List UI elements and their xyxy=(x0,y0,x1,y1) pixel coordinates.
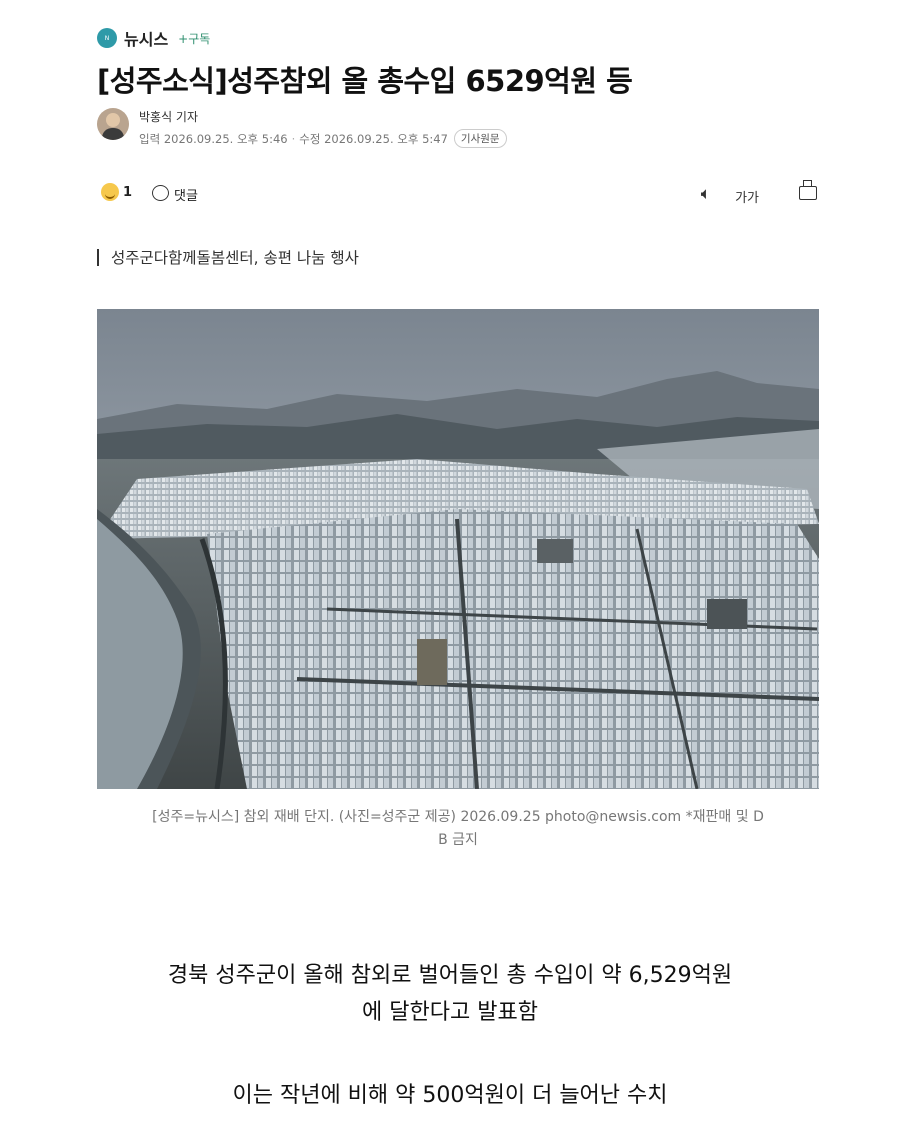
greenhouse-aerial-image xyxy=(97,309,819,789)
author-name[interactable]: 박홍식 기자 xyxy=(139,108,507,125)
body-paragraph-1-line-1: 경북 성주군이 올해 참외로 벌어들인 총 수입이 약 6,529억원 xyxy=(167,963,733,988)
article-meta: 입력 2026.09.25. 오후 5:46 · 수정 2026.09.25. … xyxy=(139,129,507,148)
subscribe-button[interactable]: +구독 xyxy=(178,30,210,47)
press-logo-icon[interactable]: N xyxy=(97,28,117,48)
speaker-icon[interactable]: 🔈︎ xyxy=(701,184,711,204)
caption-line-1: [성주=뉴시스] 참외 재배 단지. (사진=성주군 제공) 2026.09.2… xyxy=(152,809,764,825)
subheading-bar xyxy=(97,248,99,266)
press-name[interactable]: 뉴시스 xyxy=(124,26,168,50)
body-paragraph-2: 이는 작년에 비해 약 500억원이 더 늘어난 수치 xyxy=(232,1083,668,1108)
font-size-icon[interactable]: 가가 xyxy=(735,187,759,206)
author-info: 박홍식 기자 입력 2026.09.25. 오후 5:46 · 수정 2026.… xyxy=(139,108,507,148)
print-icon[interactable] xyxy=(799,180,817,200)
original-article-button[interactable]: 기사원문 xyxy=(453,129,507,148)
subheading-text: 성주군다함께돌봄센터, 송편 나눔 행사 xyxy=(111,249,359,267)
body-paragraph-1-line-2: 에 달한다고 발표함 xyxy=(362,1000,538,1025)
article-photo[interactable] xyxy=(97,309,819,789)
meta-separator: · xyxy=(291,131,296,146)
modified-timestamp: 수정 2026.09.25. 오후 5:47 xyxy=(299,131,448,146)
caption-line-2: B 금지 xyxy=(438,832,478,848)
photo-caption: [성주=뉴시스] 참외 재배 단지. (사진=성주군 제공) 2026.09.2… xyxy=(97,806,819,852)
toolbar: 1 댓글 🔈︎ 가가 xyxy=(97,180,819,210)
input-timestamp: 입력 2026.09.25. 오후 5:46 xyxy=(139,131,288,146)
reaction-emoji-icon[interactable] xyxy=(101,183,119,201)
author-row: 박홍식 기자 입력 2026.09.25. 오후 5:46 · 수정 2026.… xyxy=(97,108,507,148)
press-row: N 뉴시스 +구독 xyxy=(97,26,210,50)
reaction-count: 1 xyxy=(123,185,133,200)
body-paragraph-1: 경북 성주군이 올해 참외로 벌어들인 총 수입이 약 6,529억원 에 달한… xyxy=(0,957,900,1031)
subheading: 성주군다함께돌봄센터, 송편 나눔 행사 xyxy=(97,246,359,268)
author-avatar[interactable] xyxy=(97,108,129,140)
comment-button[interactable]: 댓글 xyxy=(174,185,198,204)
comment-icon[interactable] xyxy=(152,185,169,201)
article-title: [성주소식]성주참외 올 총수입 6529억원 등 xyxy=(97,64,633,98)
